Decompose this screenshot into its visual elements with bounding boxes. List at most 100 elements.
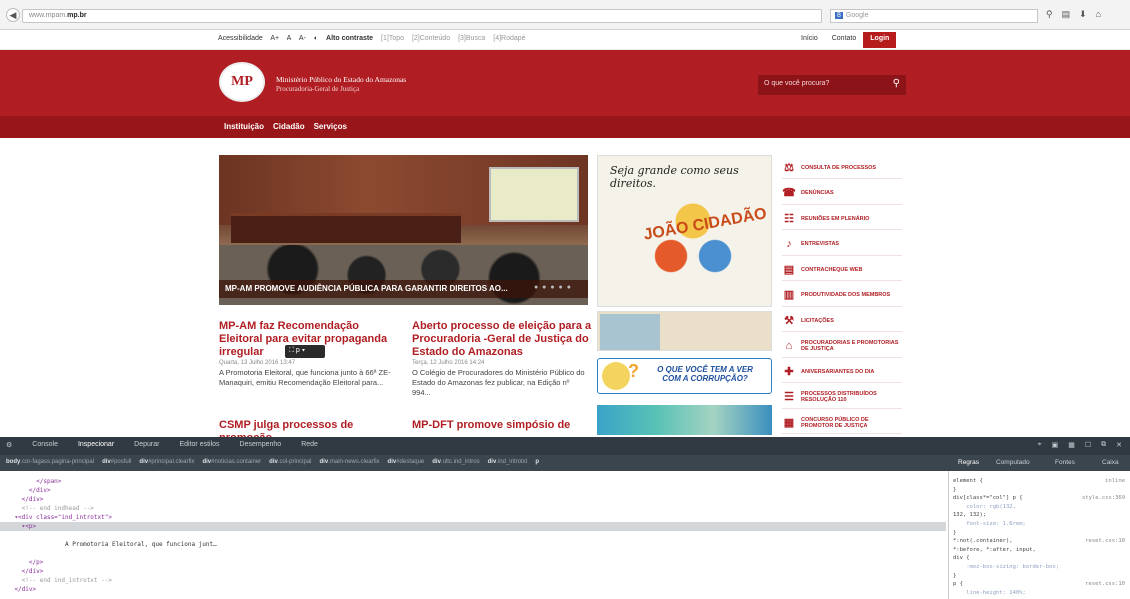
banner-joao-cidadao[interactable]: Seja grande como seus direitos. JOÃO CID… (597, 155, 772, 307)
markup-line[interactable]: <!-- end ind_introtxt --> (0, 576, 946, 585)
skip-content-link[interactable]: [2]Conteúdo (412, 35, 450, 42)
quick-link-item[interactable]: ▤ CONTRACHEQUE WEB (782, 259, 902, 281)
hero-caption[interactable]: MP-AM PROMOVE AUDIÊNCIA PÚBLICA PARA GAR… (219, 280, 588, 298)
banner-colorful[interactable] (597, 405, 772, 435)
browser-search-input[interactable]: 8 Google (830, 9, 1038, 23)
quick-link-item[interactable]: ♪ ENTREVISTAS (782, 234, 902, 256)
markup-line[interactable]: </div> (0, 495, 946, 504)
nav-cidadao[interactable]: Cidadão (273, 122, 305, 131)
devtools-settings-icon[interactable]: ⚙ (6, 441, 12, 449)
quick-link-item[interactable]: ⚒ LICITAÇÕES (782, 310, 902, 332)
skip-search-link[interactable]: [3]Busca (458, 35, 485, 42)
breadcrumb-node[interactable]: div#noticias.container (202, 459, 261, 465)
markup-view[interactable]: </span> </div> </div> <!-- end indhead -… (0, 471, 946, 599)
breadcrumb-node[interactable]: div.col-principal (269, 459, 311, 465)
tab-computed[interactable]: Computado (996, 459, 1030, 466)
font-increase-button[interactable]: A+ (270, 35, 279, 42)
tab-box[interactable]: Caixa (1102, 459, 1119, 466)
markup-line[interactable] (0, 549, 946, 558)
breadcrumb-node[interactable]: div#destaque (388, 459, 425, 465)
news-title-4[interactable]: MP-DFT promove simpósio de (412, 419, 592, 432)
css-rule-line[interactable]: } (953, 572, 1129, 580)
breadcrumb-node[interactable]: div#principal.clearfix (139, 459, 194, 465)
skip-top-link[interactable]: [1]Topo (381, 35, 404, 42)
download-icon[interactable]: ⬇ (1079, 9, 1087, 23)
breadcrumb-node[interactable]: div.ind_introtxt (488, 459, 528, 465)
high-contrast-button[interactable]: Alto contraste (326, 35, 373, 42)
site-search-input[interactable]: O que você procura? ⚲ (758, 75, 906, 95)
rules-view[interactable]: element {inline} div[class*="col"] p {sty… (948, 471, 1130, 599)
breadcrumb-node[interactable]: body.cor-fagass.pagina-principal (6, 459, 94, 465)
font-decrease-button[interactable]: A- (299, 35, 306, 42)
css-rule-line[interactable]: div { (953, 554, 1129, 562)
css-rule-line[interactable]: } (953, 529, 1129, 537)
dock-icon[interactable]: ▦ (1068, 441, 1075, 449)
css-rule-source[interactable]: inline (1105, 477, 1125, 485)
tab-style-editor[interactable]: Editor estilos (179, 441, 219, 449)
undock-icon[interactable]: ⧉ (1101, 441, 1106, 449)
home-link[interactable]: Início (794, 32, 825, 48)
markup-line[interactable]: </div> (0, 567, 946, 576)
skip-footer-link[interactable]: [4]Rodapé (493, 35, 525, 42)
markup-line[interactable]: </div> (0, 585, 946, 594)
quick-link-item[interactable]: ☷ REUNIÕES EM PLENÁRIO (782, 208, 902, 230)
pick-element-icon[interactable]: ⌖ (1038, 441, 1042, 449)
split-console-icon[interactable]: ▣ (1052, 441, 1059, 449)
breadcrumb-node[interactable]: div.ultc.ind_intros (432, 459, 479, 465)
tab-console[interactable]: Console (32, 441, 58, 449)
css-rule-line[interactable]: color: rgb(132, (953, 503, 1129, 511)
home-icon[interactable]: ⌂ (1096, 9, 1101, 23)
menu-icon[interactable]: ▤ (1062, 9, 1071, 23)
css-rule-line[interactable]: *:before, *:after, input, (953, 546, 1129, 554)
markup-line[interactable] (0, 531, 946, 540)
markup-line[interactable]: </span> (0, 477, 946, 486)
css-rule-line[interactable]: line-height: 140%; (953, 589, 1129, 597)
tab-network[interactable]: Rede (301, 441, 318, 449)
quick-link-item[interactable]: ⌂ PROCURADORIAS E PROMOTORIAS DE JUSTIÇA (782, 336, 902, 358)
tab-rules[interactable]: Regras (958, 459, 979, 466)
quick-link-item[interactable]: ✚ ANIVERSARIANTES DO DIA (782, 361, 902, 383)
address-bar[interactable]: www.mpam.mp.br (22, 9, 822, 23)
css-rule-line[interactable]: p {reset.css:10 (953, 580, 1129, 588)
font-reset-button[interactable]: A (287, 35, 292, 42)
css-rule-source[interactable]: reset.css:10 (1085, 537, 1125, 545)
tab-debugger[interactable]: Depurar (134, 441, 159, 449)
css-rule-line[interactable]: div[class*="col"] p {style.css:369 (953, 494, 1129, 502)
slider-dots[interactable]: ● ● ● ● ● (534, 284, 572, 291)
tab-fonts[interactable]: Fontes (1055, 459, 1075, 466)
markup-line[interactable]: A Promotoria Eleitoral, que funciona jun… (0, 540, 946, 549)
breadcrumb-node[interactable]: div.main-news.clearfix (320, 459, 380, 465)
css-rule-source[interactable]: style.css:369 (1082, 494, 1125, 502)
css-rule-line[interactable]: -moz-box-sizing: border-box; (953, 563, 1129, 571)
contact-link[interactable]: Contato (825, 32, 864, 48)
tab-inspector[interactable]: Inspecionar (78, 441, 114, 449)
search-icon[interactable]: ⚲ (1046, 9, 1053, 23)
css-rule-line[interactable]: font-size: 1.6rem; (953, 520, 1129, 528)
css-rule-line[interactable]: *:not(.container), reset.css:10 (953, 537, 1129, 545)
markup-line[interactable]: </p> (0, 558, 946, 567)
news-title-2[interactable]: Aberto processo de eleição para a Procur… (412, 320, 592, 359)
quick-link-item[interactable]: ▥ PRODUTIVIDADE DOS MEMBROS (782, 285, 902, 307)
breadcrumb-node[interactable]: div#posfull (102, 459, 131, 465)
search-icon[interactable]: ⚲ (893, 78, 900, 89)
quick-link-item[interactable]: ☰ PROCESSOS DISTRIBUÍDOS RESOLUÇÃO 110 (782, 387, 902, 409)
quick-link-item[interactable]: ☎ DENÚNCIAS (782, 183, 902, 205)
nav-instituicao[interactable]: Instituição (224, 122, 264, 131)
close-icon[interactable]: ✕ (1116, 441, 1122, 449)
nav-servicos[interactable]: Serviços (314, 122, 347, 131)
markup-line[interactable]: <!-- end indhead --> (0, 504, 946, 513)
css-rule-source[interactable]: reset.css:10 (1085, 580, 1125, 588)
css-rule-line[interactable]: } (953, 486, 1129, 494)
responsive-icon[interactable]: ☐ (1085, 441, 1091, 449)
back-arrow-icon[interactable]: ◀ (6, 8, 20, 22)
breadcrumb-node[interactable]: p (535, 459, 539, 465)
markup-line[interactable]: </div> (0, 486, 946, 495)
markup-line[interactable]: ▾<div class="ind_introtxt"> (0, 513, 946, 522)
banner-thumbnail[interactable] (597, 311, 772, 351)
banner-corrupcao[interactable]: ? O QUE VOCÊ TEM A VER COM A CORRUPÇÃO? (597, 358, 772, 394)
css-rule-line[interactable]: 132, 132); (953, 511, 1129, 519)
quick-link-item[interactable]: ⚖ CONSULTA DE PROCESSOS (782, 157, 902, 179)
markup-line[interactable]: ▾<p> (0, 522, 946, 531)
login-button[interactable]: Login (863, 32, 897, 48)
tab-performance[interactable]: Desempenho (240, 441, 282, 449)
